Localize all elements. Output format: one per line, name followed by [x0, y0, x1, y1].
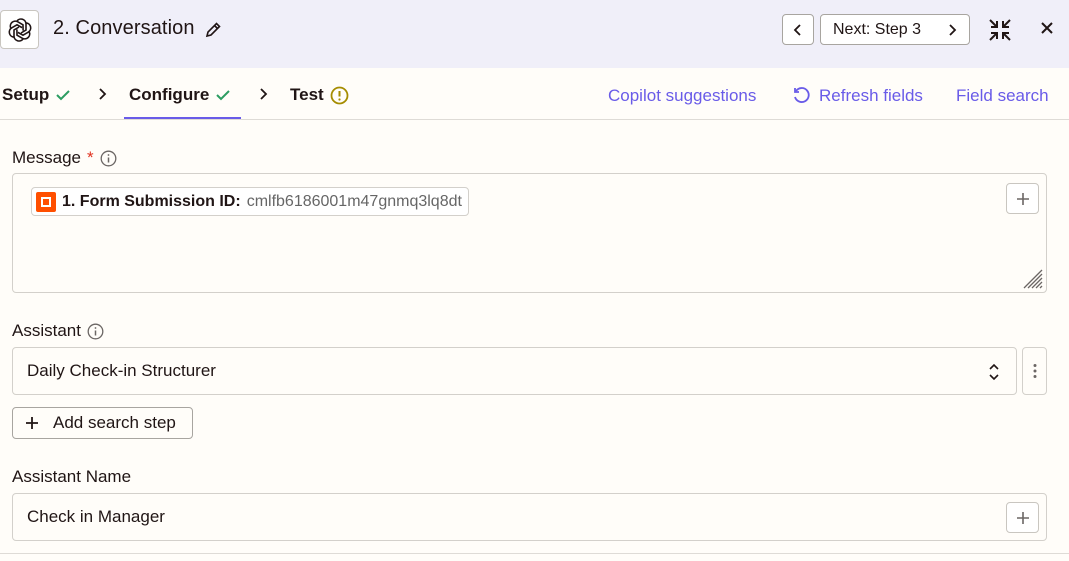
assistant-name-label-text: Assistant Name: [12, 467, 132, 486]
next-step-button[interactable]: Next: Step 3: [820, 14, 970, 45]
copilot-suggestions-link[interactable]: Copilot suggestions: [608, 86, 756, 106]
pill-field-name: 1. Form Submission ID:: [62, 192, 241, 210]
step-title: 2. Conversation: [53, 17, 195, 39]
assistant-selected-value: Daily Check-in Structurer: [27, 361, 216, 380]
more-options-button[interactable]: [1022, 347, 1047, 395]
assistant-name-value: Check in Manager: [27, 507, 165, 526]
checkmark-icon: [56, 90, 70, 101]
tab-setup[interactable]: Setup: [2, 85, 71, 105]
required-marker: *: [86, 148, 94, 167]
step-tabs: Setup Configure Test Copilot suggestions…: [0, 68, 1069, 120]
refresh-icon: [794, 86, 810, 103]
insert-data-button[interactable]: [1006, 183, 1039, 214]
insert-data-button[interactable]: [1006, 502, 1039, 533]
tab-label: Test: [290, 85, 324, 104]
assistant-select[interactable]: Daily Check-in Structurer: [12, 347, 1017, 395]
chevron-right-icon: [99, 88, 107, 100]
refresh-fields-label: Refresh fields: [819, 86, 923, 105]
plus-icon: [1016, 511, 1029, 524]
pill-field-value: cmlfb6186001m47gnmq3lq8dt: [246, 192, 462, 210]
message-input[interactable]: 1. Form Submission ID: cmlfb6186001m47gn…: [12, 173, 1047, 293]
step-header: 2. Conversation Next: Step 3: [0, 0, 1069, 68]
field-search-label: Field search: [956, 86, 1049, 105]
chevron-right-icon: [949, 24, 957, 36]
info-icon[interactable]: [100, 150, 117, 167]
mapped-field-pill[interactable]: 1. Form Submission ID: cmlfb6186001m47gn…: [31, 187, 469, 216]
collapse-icon[interactable]: [988, 18, 1012, 47]
openai-app-icon: [0, 10, 39, 49]
kebab-menu-icon: [1033, 364, 1036, 378]
pencil-edit-icon[interactable]: [204, 21, 222, 44]
chevron-left-icon: [793, 23, 801, 36]
next-step-label: Next: Step 3: [833, 20, 922, 38]
chevron-right-icon: [260, 88, 268, 100]
checkmark-icon: [216, 90, 230, 101]
assistant-label-text: Assistant: [12, 321, 81, 340]
add-search-step-button[interactable]: Add search step: [12, 407, 193, 439]
message-label: Message *: [12, 148, 117, 168]
form-app-icon: [36, 191, 56, 212]
tab-label: Configure: [129, 85, 210, 104]
assistant-label: Assistant: [12, 321, 104, 341]
assistant-name-input[interactable]: Check in Manager: [12, 493, 1047, 541]
tab-test[interactable]: Test: [290, 85, 349, 105]
warning-icon: [330, 86, 349, 104]
resize-handle-icon[interactable]: [1022, 268, 1044, 290]
plus-icon: [1016, 192, 1029, 205]
field-search-link[interactable]: Field search: [956, 86, 1049, 106]
tab-label: Setup: [2, 85, 50, 104]
copilot-suggestions-label: Copilot suggestions: [608, 86, 757, 105]
previous-step-button[interactable]: [782, 14, 814, 45]
divider: [0, 553, 1069, 554]
add-search-step-label: Add search step: [53, 413, 176, 432]
select-updown-icon: [989, 363, 999, 381]
close-icon[interactable]: [1040, 21, 1054, 40]
refresh-fields-button[interactable]: Refresh fields: [792, 86, 923, 106]
info-icon[interactable]: [87, 323, 104, 340]
active-tab-indicator: [124, 117, 241, 119]
assistant-name-label: Assistant Name: [12, 467, 131, 487]
plus-icon: [26, 417, 38, 429]
message-label-text: Message: [12, 148, 81, 167]
tab-configure[interactable]: Configure: [129, 85, 231, 105]
